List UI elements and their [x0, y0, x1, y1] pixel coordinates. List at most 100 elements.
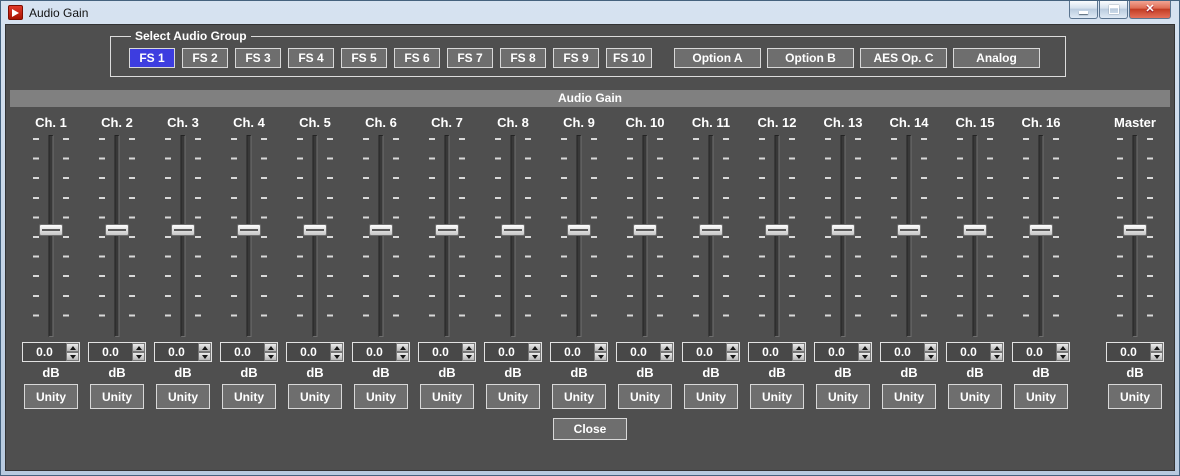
- gain-fader[interactable]: [556, 135, 602, 337]
- gain-fader[interactable]: [292, 135, 338, 337]
- spin-up-button[interactable]: [528, 343, 541, 352]
- unity-button[interactable]: Unity: [222, 384, 276, 409]
- fader-handle[interactable]: [765, 224, 789, 236]
- unity-button[interactable]: Unity: [882, 384, 936, 409]
- fader-handle[interactable]: [369, 224, 393, 236]
- spin-up-button[interactable]: [924, 343, 937, 352]
- spin-up-button[interactable]: [1056, 343, 1069, 352]
- gain-fader[interactable]: [424, 135, 470, 337]
- unity-button[interactable]: Unity: [618, 384, 672, 409]
- gain-value-field[interactable]: 0.0: [353, 343, 396, 361]
- unity-button[interactable]: Unity: [24, 384, 78, 409]
- spin-down-button[interactable]: [990, 352, 1003, 361]
- gain-fader[interactable]: [94, 135, 140, 337]
- spin-up-button[interactable]: [792, 343, 805, 352]
- fader-track[interactable]: [115, 135, 120, 337]
- spin-down-button[interactable]: [198, 352, 211, 361]
- gain-fader[interactable]: [952, 135, 998, 337]
- close-window-button[interactable]: ✕: [1129, 1, 1171, 19]
- fader-track[interactable]: [709, 135, 714, 337]
- fs-button-fs-1[interactable]: FS 1: [129, 48, 175, 68]
- option-button-aes-op-c[interactable]: AES Op. C: [860, 48, 947, 68]
- gain-fader[interactable]: [622, 135, 668, 337]
- spin-down-button[interactable]: [924, 352, 937, 361]
- unity-button[interactable]: Unity: [288, 384, 342, 409]
- spin-up-button[interactable]: [726, 343, 739, 352]
- gain-value-field[interactable]: 0.0: [419, 343, 462, 361]
- spin-down-button[interactable]: [132, 352, 145, 361]
- unity-button[interactable]: Unity: [1108, 384, 1162, 409]
- fader-handle[interactable]: [303, 224, 327, 236]
- unity-button[interactable]: Unity: [948, 384, 1002, 409]
- spin-up-button[interactable]: [66, 343, 79, 352]
- unity-button[interactable]: Unity: [486, 384, 540, 409]
- fader-track[interactable]: [643, 135, 648, 337]
- fs-button-fs-2[interactable]: FS 2: [182, 48, 228, 68]
- gain-fader[interactable]: [226, 135, 272, 337]
- gain-fader[interactable]: [358, 135, 404, 337]
- fader-handle[interactable]: [897, 224, 921, 236]
- spin-up-button[interactable]: [462, 343, 475, 352]
- fader-handle[interactable]: [633, 224, 657, 236]
- option-button-option-a[interactable]: Option A: [674, 48, 761, 68]
- spin-down-button[interactable]: [396, 352, 409, 361]
- gain-value-field[interactable]: 0.0: [551, 343, 594, 361]
- fader-handle[interactable]: [501, 224, 525, 236]
- unity-button[interactable]: Unity: [1014, 384, 1068, 409]
- unity-button[interactable]: Unity: [684, 384, 738, 409]
- spin-up-button[interactable]: [198, 343, 211, 352]
- fader-handle[interactable]: [105, 224, 129, 236]
- gain-fader[interactable]: [886, 135, 932, 337]
- gain-fader[interactable]: [490, 135, 536, 337]
- gain-fader[interactable]: [28, 135, 74, 337]
- gain-value-field[interactable]: 0.0: [1013, 343, 1056, 361]
- fader-handle[interactable]: [1029, 224, 1053, 236]
- spin-up-button[interactable]: [990, 343, 1003, 352]
- gain-value-field[interactable]: 0.0: [1107, 343, 1150, 361]
- unity-button[interactable]: Unity: [552, 384, 606, 409]
- spin-down-button[interactable]: [462, 352, 475, 361]
- gain-value-field[interactable]: 0.0: [617, 343, 660, 361]
- close-button[interactable]: Close: [553, 418, 627, 440]
- spin-up-button[interactable]: [858, 343, 871, 352]
- spin-down-button[interactable]: [858, 352, 871, 361]
- gain-value-field[interactable]: 0.0: [683, 343, 726, 361]
- spin-up-button[interactable]: [1150, 343, 1163, 352]
- fader-track[interactable]: [1039, 135, 1044, 337]
- unity-button[interactable]: Unity: [750, 384, 804, 409]
- fader-track[interactable]: [511, 135, 516, 337]
- spin-down-button[interactable]: [660, 352, 673, 361]
- fader-track[interactable]: [445, 135, 450, 337]
- gain-fader[interactable]: [160, 135, 206, 337]
- fs-button-fs-4[interactable]: FS 4: [288, 48, 334, 68]
- spin-up-button[interactable]: [264, 343, 277, 352]
- fader-track[interactable]: [313, 135, 318, 337]
- spin-down-button[interactable]: [1150, 352, 1163, 361]
- gain-value-field[interactable]: 0.0: [23, 343, 66, 361]
- fader-track[interactable]: [577, 135, 582, 337]
- fader-track[interactable]: [841, 135, 846, 337]
- fader-track[interactable]: [973, 135, 978, 337]
- gain-value-field[interactable]: 0.0: [485, 343, 528, 361]
- gain-value-field[interactable]: 0.0: [815, 343, 858, 361]
- fs-button-fs-3[interactable]: FS 3: [235, 48, 281, 68]
- fs-button-fs-9[interactable]: FS 9: [553, 48, 599, 68]
- unity-button[interactable]: Unity: [354, 384, 408, 409]
- fader-track[interactable]: [907, 135, 912, 337]
- fader-handle[interactable]: [39, 224, 63, 236]
- spin-up-button[interactable]: [594, 343, 607, 352]
- spin-up-button[interactable]: [132, 343, 145, 352]
- spin-up-button[interactable]: [396, 343, 409, 352]
- gain-fader[interactable]: [1018, 135, 1064, 337]
- fader-track[interactable]: [775, 135, 780, 337]
- unity-button[interactable]: Unity: [156, 384, 210, 409]
- fader-track[interactable]: [247, 135, 252, 337]
- spin-down-button[interactable]: [726, 352, 739, 361]
- fs-button-fs-8[interactable]: FS 8: [500, 48, 546, 68]
- spin-down-button[interactable]: [594, 352, 607, 361]
- spin-down-button[interactable]: [66, 352, 79, 361]
- unity-button[interactable]: Unity: [90, 384, 144, 409]
- gain-value-field[interactable]: 0.0: [881, 343, 924, 361]
- option-button-analog[interactable]: Analog: [953, 48, 1040, 68]
- spin-down-button[interactable]: [1056, 352, 1069, 361]
